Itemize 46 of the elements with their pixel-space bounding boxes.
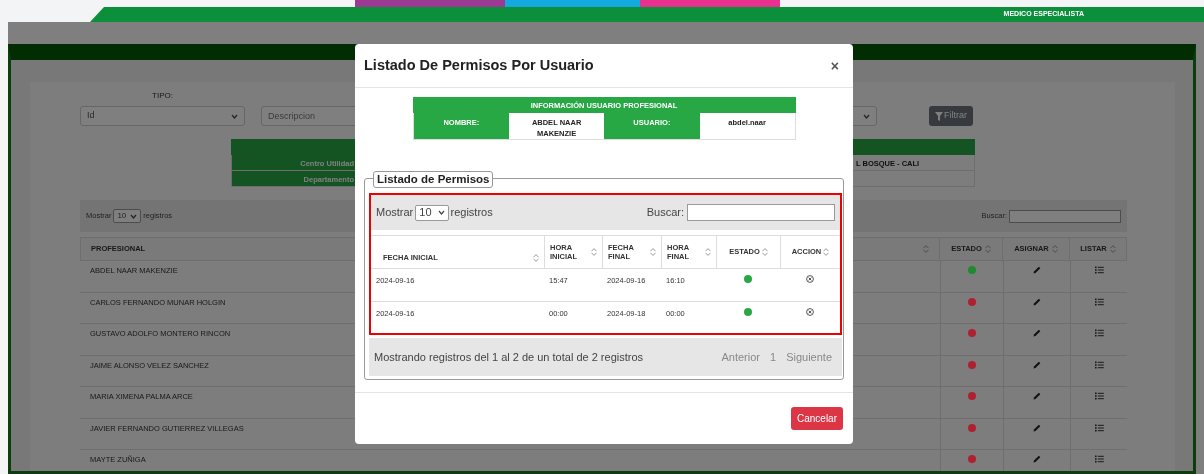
pencil-icon [1033,423,1041,432]
close-button[interactable]: × [826,58,843,73]
table-info: Mostrando registros del 1 al 2 de un total de 2 registros [374,349,644,365]
page-size-select[interactable]: 10 [113,209,142,223]
modal-title: Listado De Permisos Por Usuario [364,56,594,75]
type-select[interactable]: Id [80,106,245,126]
cancel-icon [806,275,814,283]
caret-icon [130,213,138,219]
records-label: registros [450,205,493,221]
caret-icon [437,210,445,215]
pencil-icon [1033,360,1041,369]
pencil-icon [1033,455,1041,463]
search-field[interactable] [1009,209,1121,223]
pencil-icon [1033,329,1041,337]
show-label: Mostrar [376,205,414,221]
sort-icon [761,248,768,256]
page-size-select[interactable]: 10 [415,204,449,221]
filter-button[interactable]: Filtrar [929,106,973,126]
search-label: Buscar: [646,205,684,221]
sort-icon [984,245,991,253]
list-icon [1094,423,1104,432]
sort-icon [1109,245,1116,253]
cancel-button[interactable]: Cancelar [790,407,843,430]
sort-icon [650,248,656,256]
sort-icon [591,248,597,256]
list-icon [1094,266,1104,274]
caret-icon [863,113,870,119]
list-icon [1094,297,1104,306]
cancel-icon [806,308,814,316]
filter-icon [935,111,943,121]
pencil-icon [1033,266,1041,274]
list-icon [1094,360,1104,369]
caret-icon [231,113,238,119]
list-icon [1094,455,1104,463]
field-label: TIPO: [151,90,174,102]
list-icon [1094,329,1104,337]
pencil-icon [1033,392,1041,400]
fieldset-legend: Listado de Permisos [373,171,494,188]
sort-icon [823,248,830,256]
sort-icon [705,248,711,256]
sort-icon [1051,245,1058,253]
pencil-icon [1033,297,1041,306]
sort-icon [923,245,929,253]
sort-icon [533,254,539,262]
list-icon [1094,392,1104,400]
search-field[interactable] [687,204,835,221]
